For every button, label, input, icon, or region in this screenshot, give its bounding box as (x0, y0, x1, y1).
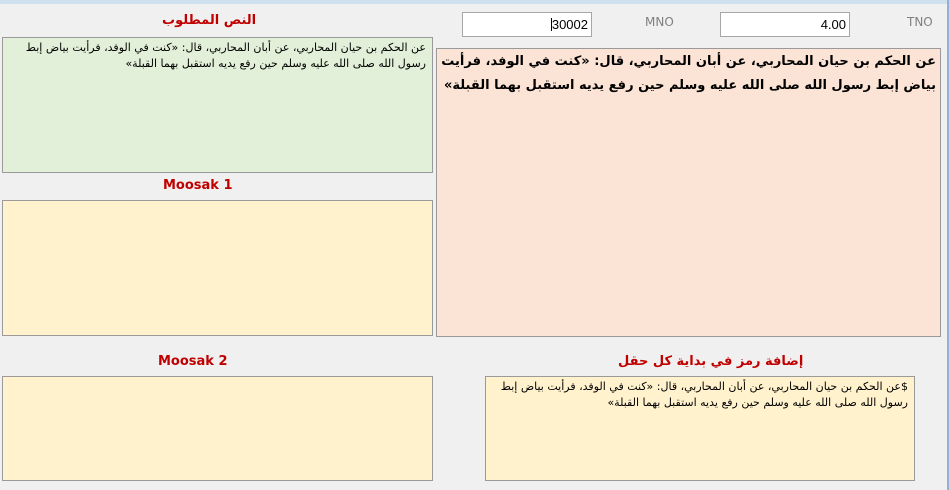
mno-value: 30002 (551, 17, 588, 32)
moosak1-label: Moosak 1 (163, 178, 233, 193)
required-text-content: عن الحكم بن حيان المحاربي، عن أبان المحا… (25, 41, 426, 70)
add-symbol-label: إضافة رمز في بداية كل حقل (618, 354, 804, 369)
tno-value: 4.00 (820, 17, 846, 32)
mno-label: MNO (645, 15, 674, 29)
required-text-label: النص المطلوب (162, 13, 257, 28)
mno-input[interactable]: 30002 (462, 12, 592, 37)
main-text-box[interactable]: عن الحكم بن حيان المحاربي، عن أبان المحا… (436, 48, 941, 337)
main-text-content: عن الحكم بن حيان المحاربي، عن أبان المحا… (441, 54, 936, 93)
window-top-bar (0, 0, 949, 4)
symbol-text-content: $عن الحكم بن حيان المحاربي، عن أبان المح… (500, 380, 908, 409)
symbol-text-box[interactable]: $عن الحكم بن حيان المحاربي، عن أبان المح… (485, 376, 915, 481)
required-text-box[interactable]: عن الحكم بن حيان المحاربي، عن أبان المحا… (2, 37, 433, 173)
moosak2-box[interactable] (2, 376, 433, 481)
tno-input[interactable]: 4.00 (720, 12, 850, 37)
moosak1-box[interactable] (2, 200, 433, 336)
moosak2-label: Moosak 2 (158, 354, 228, 369)
tno-label: TNO (907, 15, 933, 29)
